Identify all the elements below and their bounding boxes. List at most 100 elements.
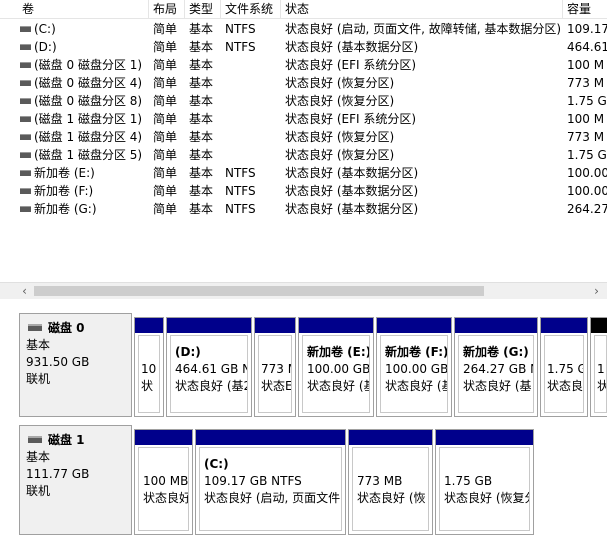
volume-layout: 简单 — [153, 40, 178, 54]
column-header-layout[interactable]: 布局 — [149, 0, 185, 19]
partition-status: 状态良 — [547, 379, 584, 393]
partition-color-bar — [255, 318, 295, 333]
volume-layout: 简单 — [153, 76, 178, 90]
volume-status: 状态良好 (基本数据分区) — [285, 40, 419, 54]
volume-icon — [20, 170, 31, 176]
partition-color-bar — [135, 430, 192, 445]
volume-name: 新加卷 (G:) — [34, 202, 97, 216]
table-row[interactable]: (C:) 简单 基本 NTFS 状态良好 (启动, 页面文件, 故障转储, 基本… — [0, 20, 607, 38]
partition-size: 1 — [597, 362, 605, 376]
volume-icon — [20, 152, 31, 158]
disk-size: 931.50 GB — [26, 355, 90, 369]
volume-name: (磁盘 0 磁盘分区 1) — [34, 58, 143, 72]
partition-status: 状态良好 (恢复分 — [444, 491, 530, 505]
disk-0-label[interactable]: 磁盘 0 基本 931.50 GB 联机 — [19, 313, 132, 417]
volume-filesystem: NTFS — [225, 22, 256, 36]
partition-disk0-f[interactable]: 新加卷 (F:) 100.00 GB 状态良好 (基 — [376, 317, 452, 417]
partition-disk0-4[interactable]: 773 M 状态E — [254, 317, 296, 417]
volume-status: 状态良好 (恢复分区) — [285, 76, 395, 90]
table-row[interactable]: (磁盘 0 磁盘分区 8) 简单 基本 状态良好 (恢复分区) 1.75 G — [0, 92, 607, 110]
partition-size: 773 M — [261, 362, 291, 376]
volume-status: 状态良好 (EFI 系统分区) — [285, 58, 417, 72]
table-row[interactable]: (D:) 简单 基本 NTFS 状态良好 (基本数据分区) 464.61 — [0, 38, 607, 56]
volume-capacity: 100.00 — [567, 184, 607, 198]
volume-type: 基本 — [189, 130, 214, 144]
partition-disk1-4[interactable]: 773 MB 状态良好 (恢 — [348, 429, 433, 535]
partition-size: 464.61 GB N — [175, 362, 248, 376]
volume-layout: 简单 — [153, 94, 178, 108]
volume-name: (磁盘 1 磁盘分区 5) — [34, 148, 143, 162]
disk-1-label[interactable]: 磁盘 1 基本 111.77 GB 联机 — [19, 425, 132, 535]
volume-filesystem — [221, 128, 281, 146]
partition-status: 状 — [141, 379, 154, 393]
partition-color-bar — [591, 318, 607, 333]
column-header-volume[interactable]: 卷 — [18, 0, 149, 19]
volume-layout: 简单 — [153, 202, 178, 216]
table-row[interactable]: (磁盘 1 磁盘分区 5) 简单 基本 状态良好 (恢复分区) 1.75 G — [0, 146, 607, 164]
volume-type: 基本 — [189, 58, 214, 72]
table-row[interactable]: 新加卷 (G:) 简单 基本 NTFS 状态良好 (基本数据分区) 264.27 — [0, 200, 607, 218]
partition-status: 状态良好 — [143, 491, 189, 505]
volume-icon — [20, 188, 31, 194]
volume-capacity: 109.17 — [567, 22, 607, 36]
volume-filesystem: NTFS — [225, 166, 256, 180]
table-row[interactable]: (磁盘 1 磁盘分区 4) 简单 基本 状态良好 (恢复分区) 773 M — [0, 128, 607, 146]
partition-color-bar — [541, 318, 587, 333]
disk-size: 111.77 GB — [26, 467, 90, 481]
column-header-capacity[interactable]: 容量 — [563, 0, 607, 19]
partition-size: 100.00 GB — [307, 362, 370, 376]
table-row[interactable]: (磁盘 1 磁盘分区 1) 简单 基本 状态良好 (EFI 系统分区) 100 … — [0, 110, 607, 128]
partition-disk1-5[interactable]: 1.75 GB 状态良好 (恢复分 — [435, 429, 534, 535]
volume-filesystem — [221, 74, 281, 92]
disk-map: 磁盘 0 基本 931.50 GB 联机 10 状 (D:) 464.61 GB… — [0, 308, 607, 538]
partition-disk0-d[interactable]: (D:) 464.61 GB N 状态良好 (基2 — [166, 317, 252, 417]
volume-status: 状态良好 (恢复分区) — [285, 94, 395, 108]
table-row[interactable]: 新加卷 (F:) 简单 基本 NTFS 状态良好 (基本数据分区) 100.00 — [0, 182, 607, 200]
partition-color-bar — [167, 318, 251, 333]
volume-icon — [20, 134, 31, 140]
volume-name: (磁盘 0 磁盘分区 8) — [34, 94, 143, 108]
partition-disk0-8[interactable]: 1.75 G 状态良 — [540, 317, 588, 417]
volume-layout: 简单 — [153, 130, 178, 144]
partition-size: 773 MB — [357, 474, 403, 488]
list-header: 卷 布局 类型 文件系统 状态 容量 — [0, 0, 607, 19]
volume-capacity: 1.75 G — [567, 94, 607, 108]
volume-layout: 简单 — [153, 22, 178, 36]
column-header-status[interactable]: 状态 — [281, 0, 563, 19]
partition-disk0-e[interactable]: 新加卷 (E:) 100.00 GB 状态良好 (基 — [298, 317, 374, 417]
partition-disk1-1[interactable]: 100 MB 状态良好 — [134, 429, 193, 535]
table-row[interactable]: (磁盘 0 磁盘分区 4) 简单 基本 状态良好 (恢复分区) 773 M — [0, 74, 607, 92]
partition-disk0-g[interactable]: 新加卷 (G:) 264.27 GB N 状态良好 (基 — [454, 317, 538, 417]
partition-disk0-1[interactable]: 10 状 — [134, 317, 164, 417]
partition-color-bar — [349, 430, 432, 445]
volume-capacity: 100.00 — [567, 166, 607, 180]
disk-kind: 基本 — [26, 450, 51, 464]
volume-icon — [20, 62, 31, 68]
volume-capacity: 773 M — [567, 130, 605, 144]
volume-filesystem: NTFS — [225, 40, 256, 54]
volume-type: 基本 — [189, 22, 214, 36]
partition-disk0-unallocated[interactable]: 1 状 — [590, 317, 607, 417]
table-row[interactable]: (磁盘 0 磁盘分区 1) 简单 基本 状态良好 (EFI 系统分区) 100 … — [0, 56, 607, 74]
disk-title: 磁盘 1 — [48, 433, 85, 447]
horizontal-scrollbar[interactable]: ‹ › — [0, 282, 607, 299]
partition-name: 新加卷 (G:) — [463, 345, 529, 359]
column-header-filesystem[interactable]: 文件系统 — [221, 0, 281, 19]
volume-filesystem — [221, 92, 281, 110]
volume-layout: 简单 — [153, 58, 178, 72]
table-row[interactable]: 新加卷 (E:) 简单 基本 NTFS 状态良好 (基本数据分区) 100.00 — [0, 164, 607, 182]
partition-disk1-c[interactable]: (C:) 109.17 GB NTFS 状态良好 (启动, 页面文件, — [195, 429, 346, 535]
volume-capacity: 100 M — [567, 58, 605, 72]
volume-filesystem — [221, 56, 281, 74]
volume-filesystem: NTFS — [225, 184, 256, 198]
volume-type: 基本 — [189, 76, 214, 90]
partition-size: 264.27 GB N — [463, 362, 534, 376]
partition-color-bar — [455, 318, 537, 333]
column-header-type[interactable]: 类型 — [185, 0, 221, 19]
scrollbar-thumb[interactable] — [34, 286, 484, 296]
pane-divider[interactable] — [0, 300, 607, 308]
scroll-right-icon[interactable]: › — [588, 283, 605, 300]
partition-size: 10 — [141, 362, 157, 376]
scroll-left-icon[interactable]: ‹ — [16, 283, 33, 300]
partition-size: 1.75 GB — [444, 474, 493, 488]
